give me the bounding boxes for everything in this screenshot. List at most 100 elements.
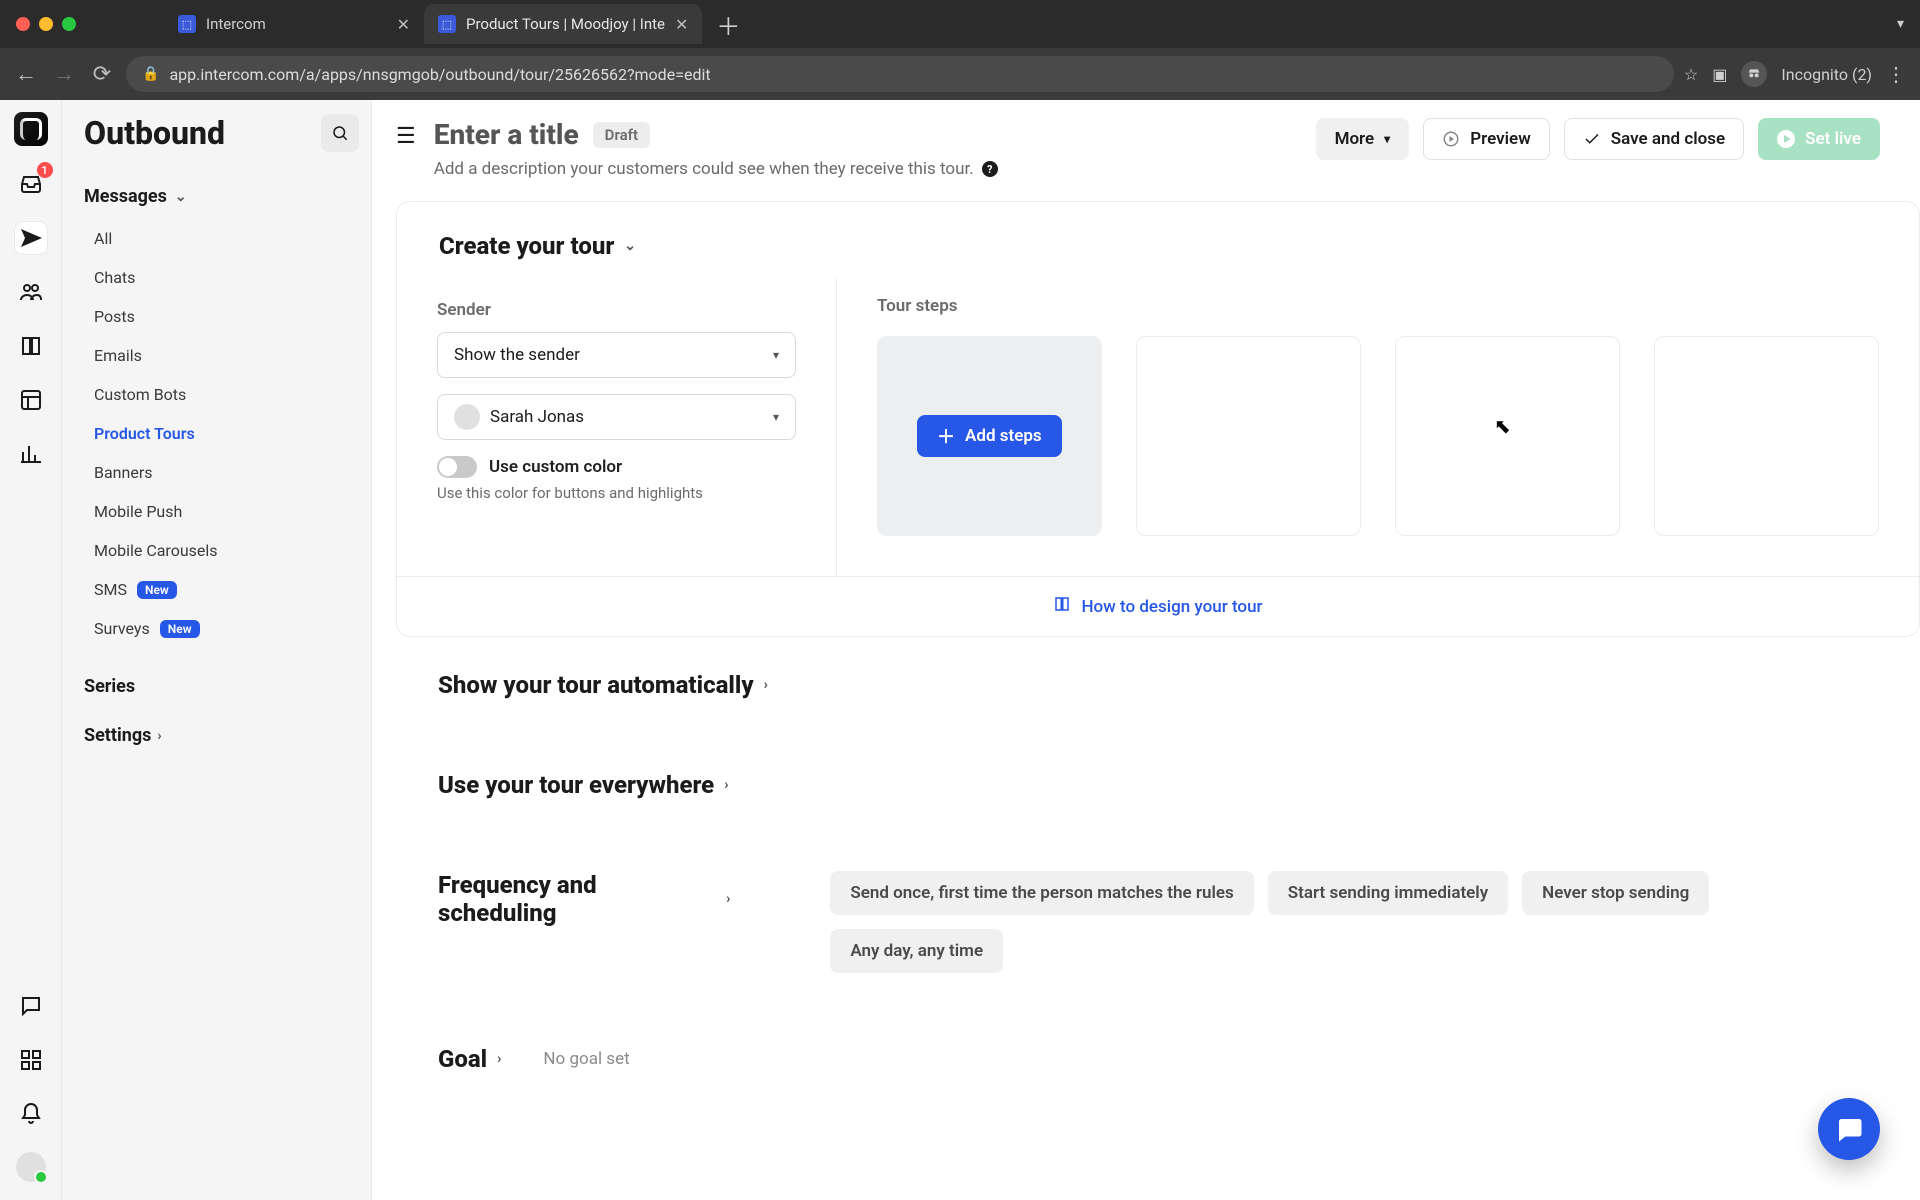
sidebar-item-label: Chats (94, 268, 135, 287)
show-auto-heading[interactable]: Show your tour automatically › (438, 671, 1878, 699)
traffic-lights (16, 17, 76, 31)
browser-tab-intercom[interactable]: ⬚ Intercom ✕ (164, 4, 424, 44)
sidebar-item-sms[interactable]: SMS New (84, 570, 359, 609)
sidebar-messages-label: Messages (84, 186, 167, 207)
inbox-icon[interactable]: 1 (15, 168, 47, 200)
intercom-chat-fab[interactable] (1818, 1098, 1880, 1160)
hamburger-icon[interactable]: ☰ (396, 124, 416, 149)
section-goal: Goal › No goal set (396, 973, 1920, 1073)
sidebar-item-surveys[interactable]: Surveys New (84, 609, 359, 648)
sidebar-item-mobile-push[interactable]: Mobile Push (84, 492, 359, 531)
section-everywhere: Use your tour everywhere › (396, 699, 1920, 799)
frequency-chip[interactable]: Start sending immediately (1268, 871, 1508, 915)
articles-icon[interactable] (15, 330, 47, 362)
new-tab-button[interactable]: ＋ (716, 7, 740, 42)
chevron-down-icon: ⌄ (624, 238, 636, 254)
sidebar-series[interactable]: Series (84, 676, 359, 697)
window-menu-caret-icon[interactable]: ▾ (1897, 16, 1904, 32)
browser-menu-icon[interactable]: ⋮ (1886, 62, 1908, 86)
sidebar-item-posts[interactable]: Posts (84, 297, 359, 336)
sender-label: Sender (437, 300, 796, 320)
section-frequency: Frequency and scheduling › Send once, fi… (396, 799, 1920, 973)
sidebar-item-label: Product Tours (94, 424, 195, 443)
frequency-chips: Send once, first time the person matches… (830, 871, 1878, 973)
reload-icon[interactable]: ⟳ (88, 62, 116, 87)
sidebar-item-mobile-carousels[interactable]: Mobile Carousels (84, 531, 359, 570)
apps-grid-icon[interactable] (15, 1044, 47, 1076)
chevron-right-icon: › (726, 891, 730, 907)
sidebar-item-custom-bots[interactable]: Custom Bots (84, 375, 359, 414)
sidebar-item-banners[interactable]: Banners (84, 453, 359, 492)
more-button[interactable]: More ▾ (1316, 118, 1410, 160)
close-tab-icon[interactable]: ✕ (675, 15, 688, 34)
browser-tab-product-tours[interactable]: ⬚ Product Tours | Moodjoy | Inte ✕ (424, 4, 702, 44)
minimize-window-icon[interactable] (39, 17, 53, 31)
search-button[interactable] (321, 114, 359, 152)
bookmark-star-icon[interactable]: ☆ (1684, 65, 1698, 84)
notifications-icon[interactable] (15, 1098, 47, 1130)
add-steps-button[interactable]: ＋ Add steps (917, 415, 1062, 457)
maximize-window-icon[interactable] (62, 17, 76, 31)
page-header: ☰ Enter a title Draft Add a description … (372, 100, 1920, 193)
close-tab-icon[interactable]: ✕ (397, 15, 410, 34)
play-icon (1777, 130, 1795, 148)
sidebar-title: Outbound (84, 114, 309, 152)
nav-forward-icon[interactable]: → (50, 61, 78, 87)
sender-person-select[interactable]: Sarah Jonas ▾ (437, 394, 796, 440)
chevron-right-icon: › (157, 728, 161, 744)
caret-down-icon: ▾ (773, 410, 779, 424)
frequency-chip[interactable]: Never stop sending (1522, 871, 1709, 915)
main-panel: ☰ Enter a title Draft Add a description … (372, 100, 1920, 1200)
sender-mode-select[interactable]: Show the sender ▾ (437, 332, 796, 378)
frequency-heading[interactable]: Frequency and scheduling › (438, 871, 730, 927)
sidebar-messages-toggle[interactable]: Messages ⌄ (84, 186, 359, 207)
new-badge: New (160, 620, 200, 638)
goal-heading-label: Goal (438, 1045, 487, 1073)
preview-button-label: Preview (1470, 129, 1531, 149)
sidebar-item-chats[interactable]: Chats (84, 258, 359, 297)
help-icon[interactable]: ? (982, 161, 998, 177)
tour-step-add-card: ＋ Add steps (877, 336, 1102, 536)
how-to-link[interactable]: How to design your tour (397, 576, 1919, 636)
search-icon (331, 124, 349, 142)
page-title-input[interactable]: Enter a title (434, 118, 579, 151)
custom-color-toggle-row: Use custom color (437, 456, 796, 478)
messenger-icon[interactable] (15, 990, 47, 1022)
save-close-button[interactable]: Save and close (1564, 118, 1744, 160)
sidebar-settings-label: Settings (84, 725, 151, 746)
create-tour-heading[interactable]: Create your tour ⌄ (397, 202, 1919, 278)
sidebar-item-label: SMS (94, 580, 127, 599)
outbound-icon[interactable] (15, 222, 47, 254)
custom-color-toggle[interactable] (437, 456, 477, 478)
sidebar-item-product-tours[interactable]: Product Tours (84, 414, 359, 453)
check-icon (1583, 130, 1601, 148)
goal-heading[interactable]: Goal › (438, 1045, 501, 1073)
nav-back-icon[interactable]: ← (12, 61, 40, 87)
sidebar-series-label: Series (84, 676, 135, 697)
tour-step-placeholder (1395, 336, 1620, 536)
close-window-icon[interactable] (16, 17, 30, 31)
frequency-chip[interactable]: Send once, first time the person matches… (830, 871, 1253, 915)
user-avatar[interactable] (16, 1152, 46, 1182)
contacts-icon[interactable] (15, 276, 47, 308)
everywhere-heading[interactable]: Use your tour everywhere › (438, 771, 1878, 799)
app-logo-icon[interactable] (14, 112, 48, 146)
reports-icon[interactable] (15, 438, 47, 470)
incognito-avatar-icon[interactable] (1741, 61, 1767, 87)
address-bar[interactable]: 🔒 app.intercom.com/a/apps/nnsgmgob/outbo… (126, 56, 1674, 92)
app-store-icon[interactable] (15, 384, 47, 416)
custom-color-hint: Use this color for buttons and highlight… (437, 484, 796, 502)
preview-button[interactable]: Preview (1423, 118, 1550, 160)
chevron-down-icon: ⌄ (175, 189, 187, 205)
inbox-badge: 1 (37, 162, 53, 178)
frequency-chip[interactable]: Any day, any time (830, 929, 1003, 973)
sidebar-settings[interactable]: Settings › (84, 725, 359, 746)
page-description-input[interactable]: Add a description your customers could s… (434, 159, 998, 179)
chat-bubble-icon (1834, 1114, 1864, 1144)
set-live-button[interactable]: Set live (1758, 118, 1880, 160)
panel-icon[interactable]: ▣ (1712, 65, 1727, 84)
chevron-right-icon: › (497, 1051, 501, 1067)
sidebar-item-all[interactable]: All (84, 219, 359, 258)
sidebar-item-emails[interactable]: Emails (84, 336, 359, 375)
book-icon (1053, 595, 1071, 618)
